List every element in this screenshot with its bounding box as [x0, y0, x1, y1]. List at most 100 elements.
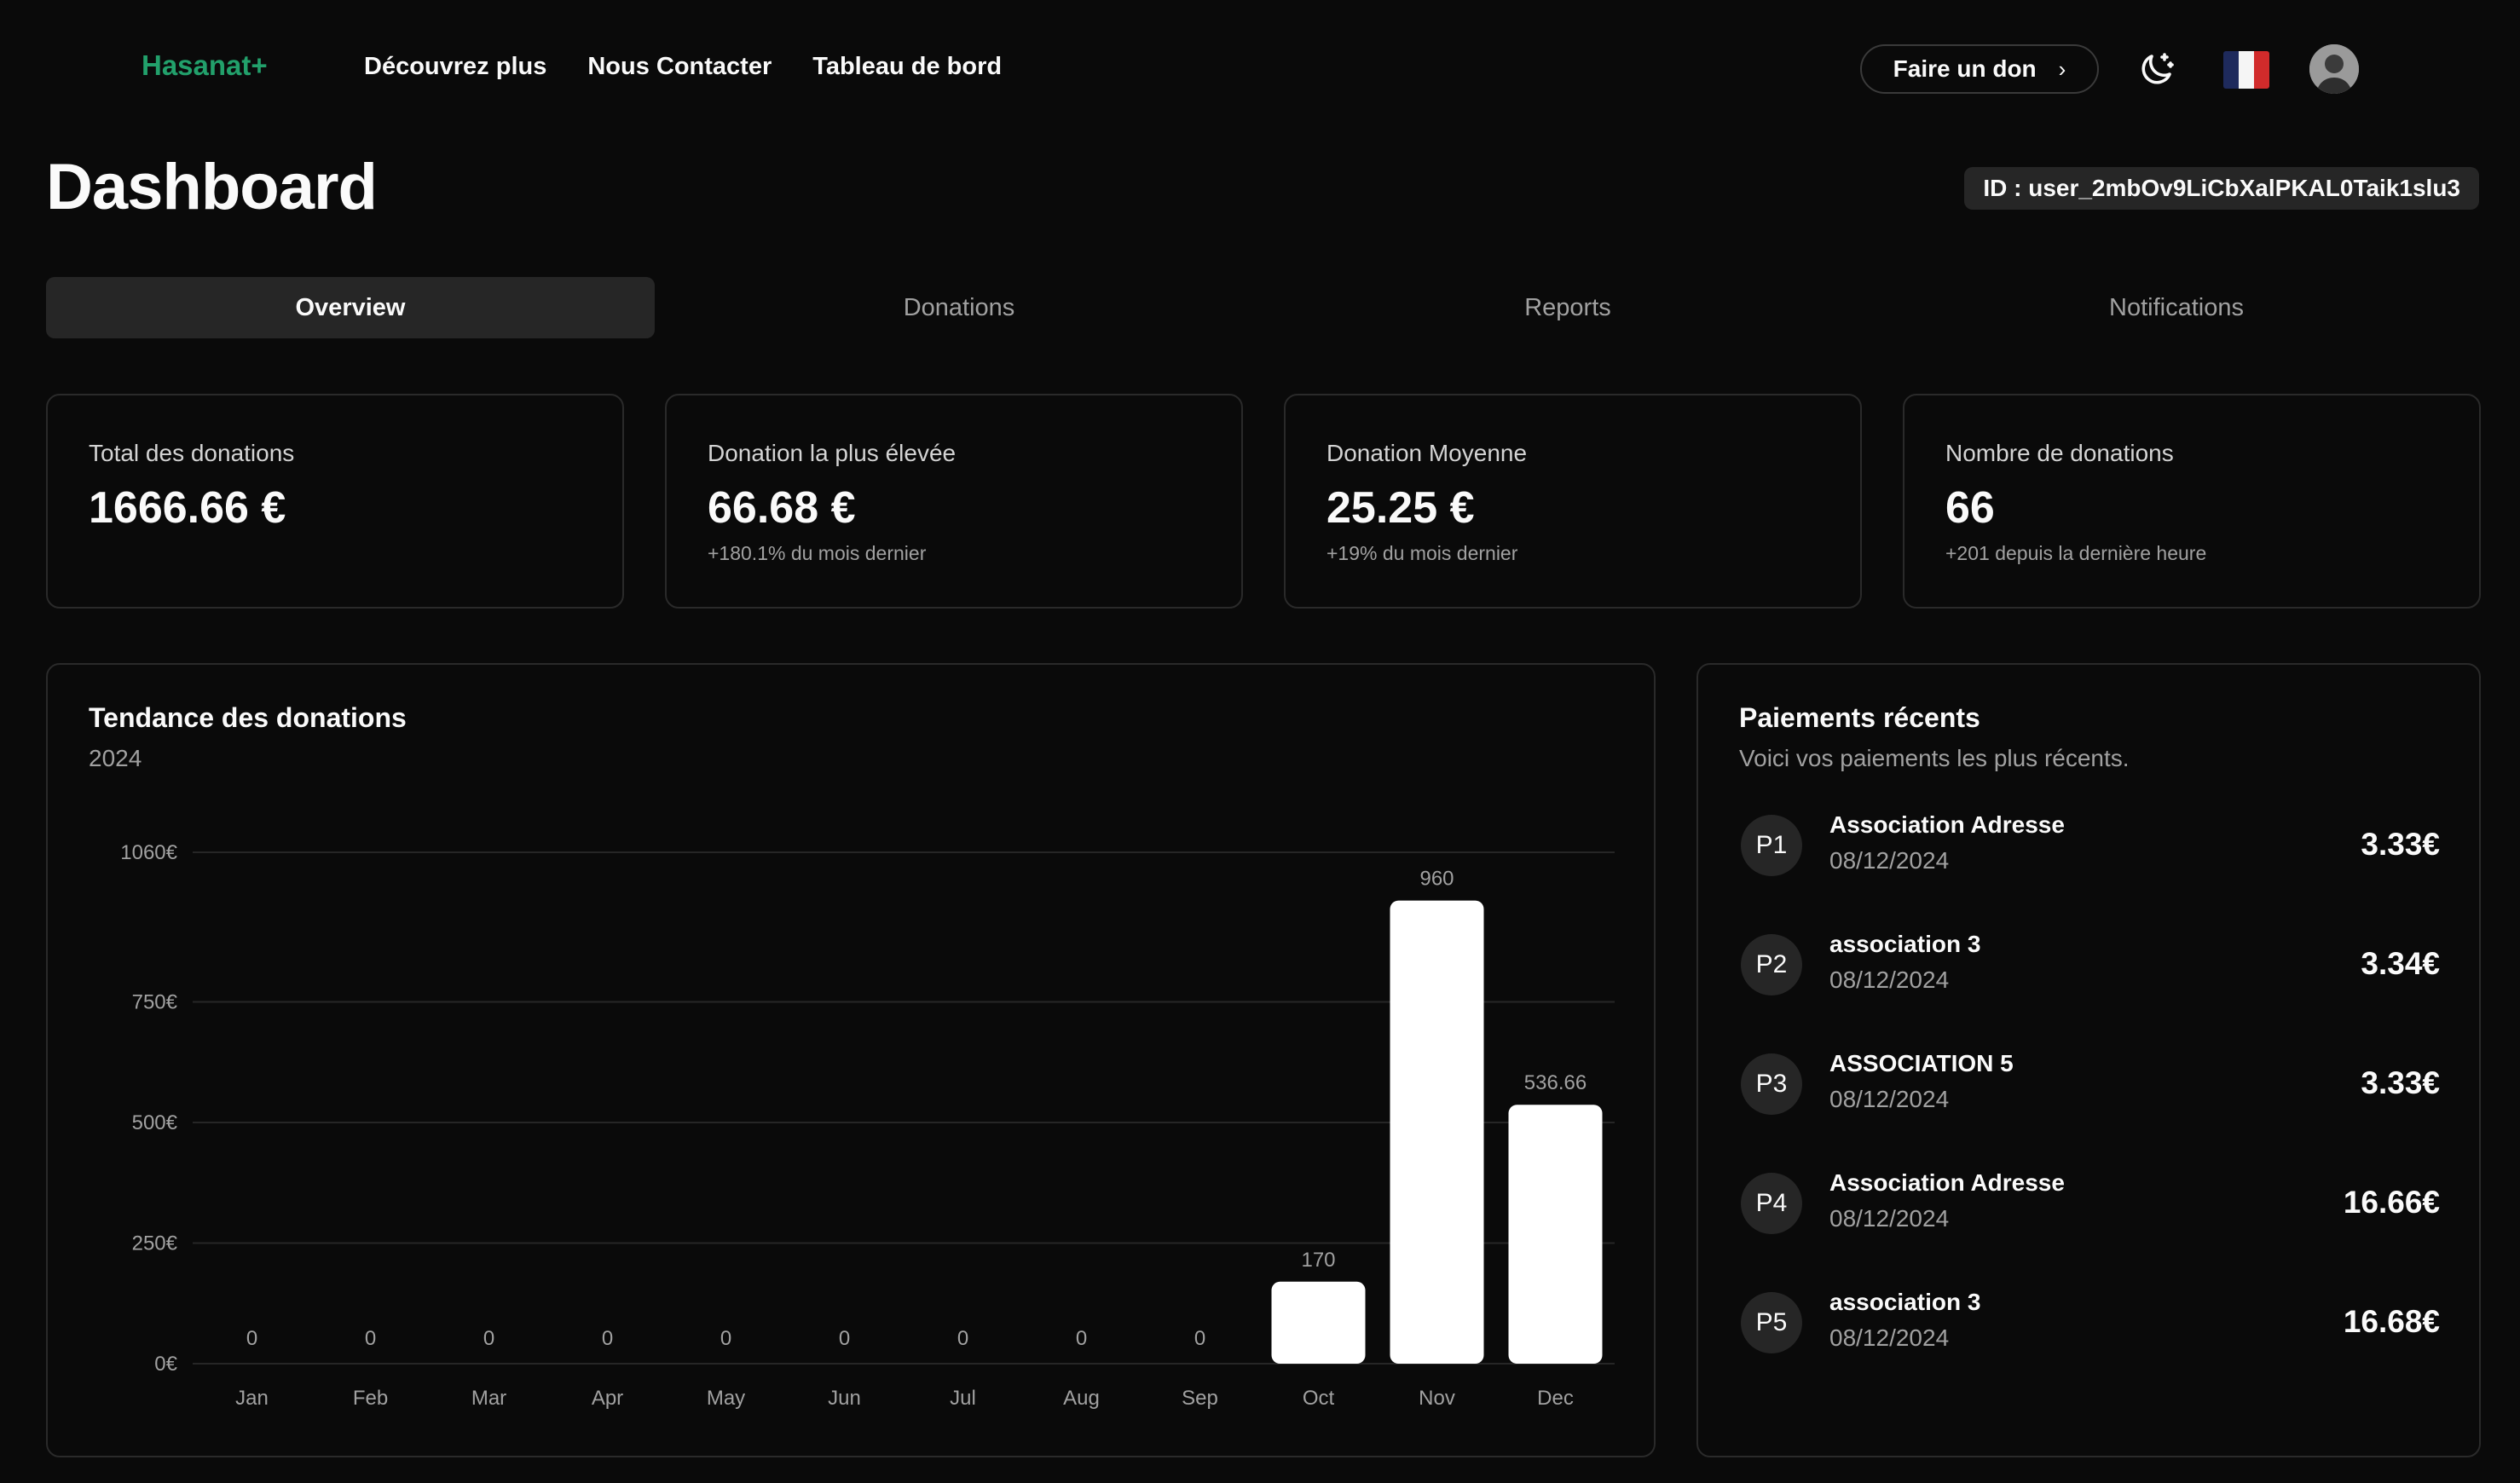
- top-navbar: Hasanat+ Découvrez plus Nous Contacter T…: [0, 0, 2520, 140]
- logo[interactable]: Hasanat+: [142, 49, 268, 82]
- tab-overview[interactable]: Overview: [46, 277, 655, 338]
- stat-value: 25.25 €: [1326, 483, 1475, 533]
- x-tick-label: Aug: [1063, 1387, 1100, 1410]
- bar-value-label: 0: [1194, 1327, 1205, 1350]
- x-tick-label: May: [707, 1387, 745, 1410]
- nav-link-contact[interactable]: Nous Contacter: [587, 53, 772, 81]
- stat-value: 1666.66 €: [89, 483, 286, 533]
- moon-stars-icon[interactable]: [2136, 49, 2176, 90]
- payment-row[interactable]: P3 ASSOCIATION 5 08/12/2024 3.33€: [1741, 1050, 2440, 1173]
- payment-badge: P5: [1741, 1292, 1802, 1353]
- payment-name: Association Adresse: [1829, 1169, 2065, 1196]
- y-tick-label: 250€: [132, 1232, 178, 1255]
- bar-value-label: 0: [720, 1327, 731, 1350]
- x-tick-label: Jul: [950, 1387, 976, 1410]
- x-tick-label: Mar: [471, 1387, 506, 1410]
- main-nav: Découvrez plus Nous Contacter Tableau de…: [364, 53, 1002, 81]
- x-tick-label: Jun: [828, 1387, 861, 1410]
- stat-value: 66.68 €: [708, 483, 856, 533]
- payment-name: association 3: [1829, 1289, 1981, 1315]
- bar-value-label: 0: [365, 1327, 376, 1350]
- x-tick-label: Nov: [1419, 1387, 1455, 1410]
- bar-value-label: 536.66: [1524, 1071, 1587, 1094]
- donate-button[interactable]: Faire un don ›: [1860, 44, 2099, 94]
- payment-badge: P4: [1741, 1173, 1802, 1234]
- payment-name: ASSOCIATION 5: [1829, 1050, 2014, 1076]
- payment-amount: 3.33€: [2361, 1065, 2440, 1100]
- chevron-right-icon: ›: [2058, 55, 2066, 82]
- bar-value-label: 960: [1419, 868, 1454, 891]
- nav-link-dashboard[interactable]: Tableau de bord: [812, 53, 1002, 81]
- payments-title: Paiements récents: [1739, 702, 1980, 733]
- donation-trend-card: Tendance des donations 2024 0€ 250€ 500€ 75…: [46, 663, 1656, 1457]
- bar: [1508, 1105, 1603, 1364]
- y-tick-label: 0€: [154, 1353, 177, 1376]
- avatar[interactable]: [2309, 44, 2359, 94]
- y-tick-label: 750€: [132, 990, 178, 1013]
- stat-label: Donation Moyenne: [1326, 440, 1528, 466]
- payment-amount: 16.68€: [2343, 1304, 2440, 1339]
- stat-change: +180.1% du mois dernier: [708, 542, 927, 564]
- donate-button-label: Faire un don: [1893, 55, 2037, 82]
- payment-name: Association Adresse: [1829, 811, 2065, 838]
- payment-date: 08/12/2024: [1829, 847, 1950, 874]
- stat-label: Nombre de donations: [1945, 440, 2174, 466]
- payment-row[interactable]: P4 Association Adresse 08/12/2024 16.66€: [1741, 1169, 2440, 1292]
- x-tick-label: Oct: [1303, 1387, 1335, 1410]
- y-tick-label: 1060€: [120, 841, 177, 864]
- bar-value-label: 0: [1076, 1327, 1087, 1350]
- flag-stripe-white: [2239, 51, 2254, 89]
- bar: [1271, 1281, 1366, 1364]
- payment-date: 08/12/2024: [1829, 967, 1950, 993]
- stat-label: Donation la plus élevée: [708, 440, 957, 466]
- payment-row[interactable]: P5 association 3 08/12/2024 16.68€: [1741, 1289, 2440, 1411]
- bar: [1390, 900, 1484, 1364]
- stat-card-average: Donation Moyenne 25.25 € +19% du mois de…: [1284, 394, 1862, 609]
- fr-flag-icon[interactable]: [2223, 51, 2269, 89]
- payment-date: 08/12/2024: [1829, 1086, 1950, 1112]
- stat-value: 66: [1945, 483, 1995, 533]
- payment-date: 08/12/2024: [1829, 1324, 1950, 1351]
- page-title: Dashboard: [46, 151, 378, 223]
- flag-stripe-blue: [2223, 51, 2239, 89]
- payment-amount: 3.34€: [2361, 946, 2440, 981]
- payment-row[interactable]: P2 association 3 08/12/2024 3.34€: [1741, 931, 2440, 1053]
- x-tick-label: Jan: [235, 1387, 269, 1410]
- payment-row[interactable]: P1 Association Adresse 08/12/2024 3.33€: [1741, 811, 2440, 934]
- tab-donations[interactable]: Donations: [655, 277, 1263, 338]
- stat-label: Total des donations: [89, 440, 295, 466]
- bar-value-label: 0: [839, 1327, 850, 1350]
- payment-badge: P1: [1741, 815, 1802, 876]
- flag-stripe-red: [2254, 51, 2269, 89]
- nav-link-discover[interactable]: Découvrez plus: [364, 53, 546, 81]
- bar-value-label: 0: [957, 1327, 968, 1350]
- donation-bar-chart: 0€ 250€ 500€ 750€ 1060€ 0 Jan 0 Feb 0 Mar 0 Apr 0 May 0…: [120, 841, 1615, 1410]
- payment-name: association 3: [1829, 931, 1981, 957]
- x-tick-label: Apr: [592, 1387, 623, 1410]
- stat-card-highest: Donation la plus élevée 66.68 € +180.1% …: [665, 394, 1243, 609]
- x-tick-label: Feb: [353, 1387, 388, 1410]
- stat-change: +19% du mois dernier: [1326, 542, 1518, 564]
- bar-value-label: 170: [1301, 1249, 1335, 1272]
- user-id-badge: ID : user_2mbOv9LiCbXalPKAL0Taik1slu3: [1964, 167, 2479, 210]
- x-tick-label: Sep: [1182, 1387, 1218, 1410]
- payment-date: 08/12/2024: [1829, 1205, 1950, 1232]
- payments-subtitle: Voici vos paiements les plus récents.: [1739, 745, 2130, 771]
- stat-change: +201 depuis la dernière heure: [1945, 542, 2207, 564]
- bar-value-label: 0: [246, 1327, 257, 1350]
- y-tick-label: 500€: [132, 1111, 178, 1134]
- bar-value-label: 0: [602, 1327, 613, 1350]
- tab-notifications[interactable]: Notifications: [1872, 277, 2481, 338]
- tab-reports[interactable]: Reports: [1263, 277, 1872, 338]
- bar-value-label: 0: [483, 1327, 494, 1350]
- payment-badge: P3: [1741, 1053, 1802, 1115]
- stat-card-total: Total des donations 1666.66 €: [46, 394, 624, 609]
- payments-list: P1 Association Adresse 08/12/2024 3.33€ …: [1741, 811, 2440, 1411]
- user-avatar-icon: [2309, 44, 2359, 94]
- payment-amount: 3.33€: [2361, 827, 2440, 862]
- tab-list: Overview Donations Reports Notifications: [46, 277, 2481, 338]
- stat-card-count: Nombre de donations 66 +201 depuis la de…: [1903, 394, 2481, 609]
- x-tick-label: Dec: [1537, 1387, 1574, 1410]
- payment-amount: 16.66€: [2343, 1185, 2440, 1220]
- payment-badge: P2: [1741, 934, 1802, 995]
